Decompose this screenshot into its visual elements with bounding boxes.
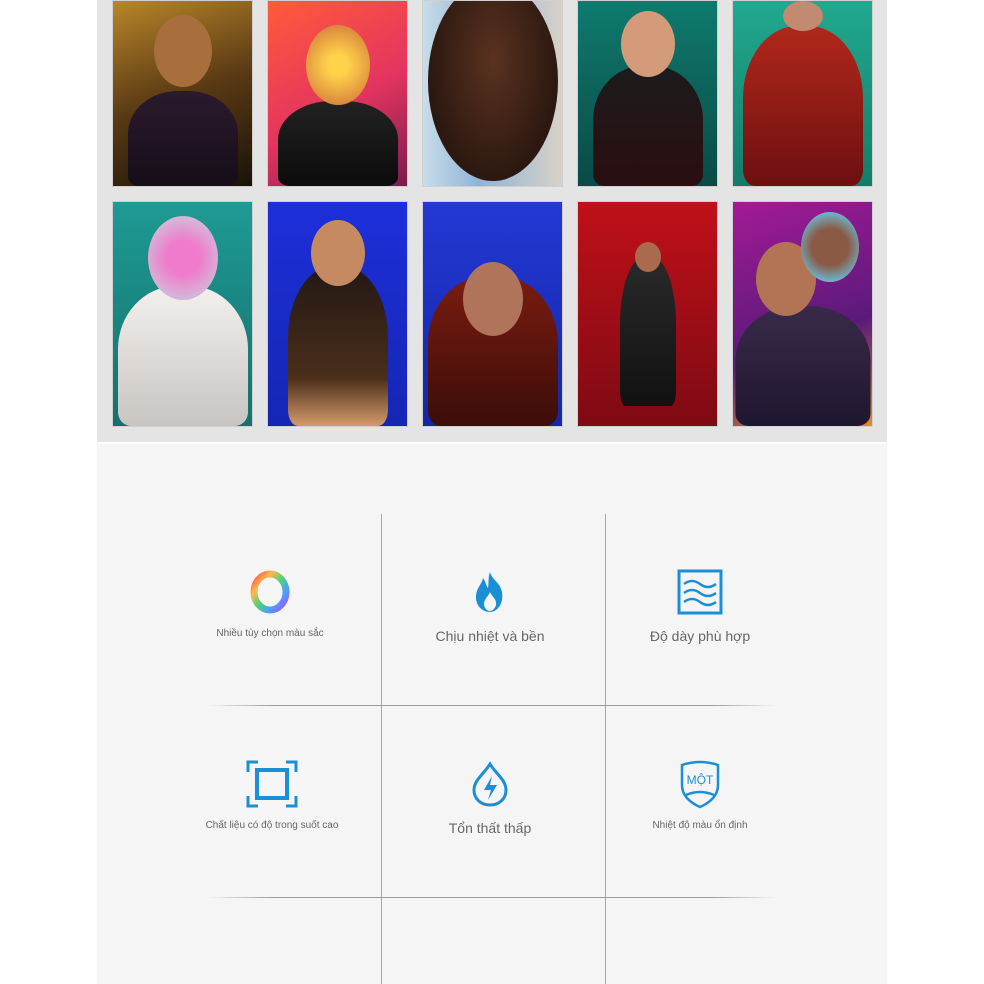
feature-thickness: Độ dày phù hợp: [620, 564, 780, 644]
feature-label: Độ dày phù hợp: [649, 628, 751, 644]
gallery-photo: [577, 201, 718, 427]
gallery-photo: [732, 201, 873, 427]
features-section: Nhiều tùy chọn màu sắc Chịu nhiệt và bền…: [97, 444, 887, 984]
shield-badge-icon: MỘT: [672, 756, 728, 812]
feature-label: Nhiều tùy chọn màu sắc: [216, 628, 324, 639]
feature-transparency: Chất liệu có độ trong suốt cao: [192, 756, 352, 831]
gallery-photo: [112, 0, 253, 187]
grid-divider: [207, 705, 777, 706]
feature-label: Chịu nhiệt và bền: [435, 628, 545, 644]
feature-label: Nhiệt độ màu ổn định: [652, 820, 748, 831]
feature-label: Chất liệu có độ trong suốt cao: [205, 820, 339, 831]
feature-heat-resistant: Chịu nhiệt và bền: [410, 564, 570, 644]
gallery-photo: [112, 201, 253, 427]
gallery-photo: [422, 0, 563, 187]
flame-icon: [462, 564, 518, 620]
gallery-photo: [267, 0, 408, 187]
feature-color-temperature: MỘT Nhiệt độ màu ổn định: [620, 756, 780, 831]
grid-divider: [381, 514, 382, 984]
badge-text: MỘT: [687, 772, 714, 787]
drop-bolt-icon: [462, 756, 518, 812]
feature-color-options: Nhiều tùy chọn màu sắc: [190, 564, 350, 639]
rainbow-ring-icon: [242, 564, 298, 620]
gallery-photo: [267, 201, 408, 427]
gallery-photo: [577, 0, 718, 187]
feature-low-loss: Tổn thất thấp: [410, 756, 570, 836]
wave-layers-icon: [672, 564, 728, 620]
photo-gallery: [97, 0, 887, 442]
gallery-photo: [422, 201, 563, 427]
gallery-photo: [732, 0, 873, 187]
grid-divider: [207, 897, 777, 898]
grid-divider: [605, 514, 606, 984]
feature-label: Tổn thất thấp: [448, 820, 532, 836]
frame-corners-icon: [244, 756, 300, 812]
